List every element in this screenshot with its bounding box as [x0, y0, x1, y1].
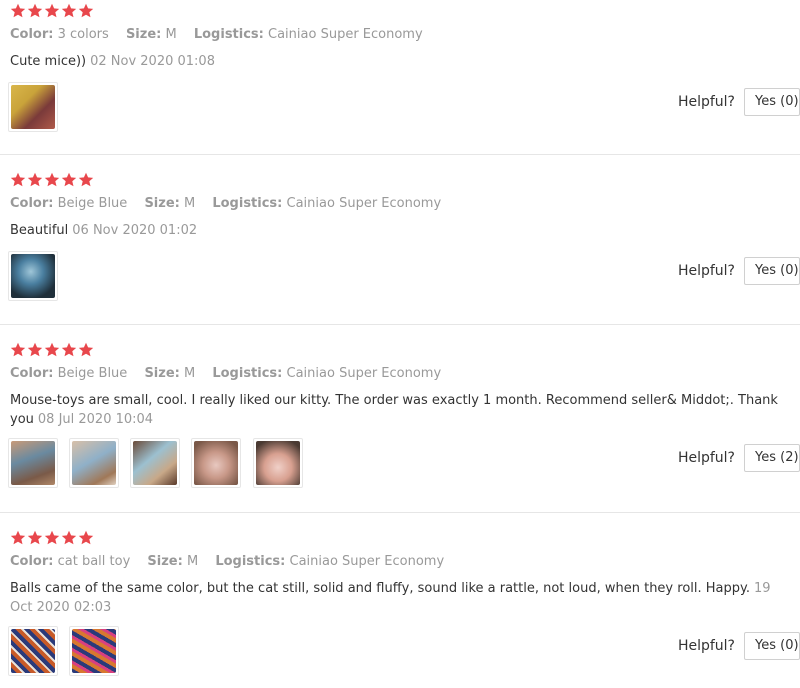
helpful-yes-button[interactable]: Yes (0)	[744, 257, 800, 285]
helpful-label: Helpful?	[677, 94, 735, 110]
review-photo[interactable]	[8, 251, 58, 301]
star-icon	[61, 342, 77, 358]
logistics-label: Logistics:	[193, 27, 264, 42]
review-date: 08 Jul 2020 10:04	[37, 412, 154, 427]
rating-stars	[10, 342, 95, 358]
size-value: M	[183, 366, 196, 381]
review-attributes: Color: 3 colors Size: M Logistics: Caini…	[10, 27, 436, 42]
helpful-section: Helpful? Yes (0)	[678, 257, 800, 285]
color-label: Color:	[10, 366, 54, 381]
review-photos	[8, 626, 126, 676]
review-divider	[0, 154, 800, 155]
size-value: M	[183, 196, 196, 211]
helpful-section: Helpful? Yes (2)	[678, 444, 800, 472]
star-icon	[44, 3, 60, 19]
review-photo[interactable]	[8, 626, 58, 676]
color-label: Color:	[10, 554, 54, 569]
review-photo[interactable]	[69, 438, 120, 488]
size-label: Size:	[147, 554, 183, 569]
review-body: Cute mice))	[10, 54, 87, 69]
logistics-label: Logistics:	[215, 554, 286, 569]
helpful-yes-button[interactable]: Yes (0)	[744, 632, 800, 660]
review-photo[interactable]	[8, 438, 58, 488]
color-label: Color:	[10, 196, 54, 211]
rating-stars	[10, 3, 95, 19]
helpful-section: Helpful? Yes (0)	[678, 88, 800, 116]
review-photos	[8, 251, 65, 301]
review-divider	[0, 512, 800, 513]
star-icon	[10, 342, 26, 358]
star-icon	[44, 530, 60, 546]
review-photo[interactable]	[130, 438, 181, 488]
review-divider	[0, 324, 800, 325]
color-label: Color:	[10, 27, 54, 42]
review-attributes: Color: Beige Blue Size: M Logistics: Cai…	[10, 366, 454, 381]
review-photo[interactable]	[252, 438, 303, 488]
star-icon	[78, 172, 94, 188]
star-icon	[27, 530, 43, 546]
review-text: Cute mice)) 02 Nov 2020 01:08	[10, 52, 785, 71]
review-text: Mouse-toys are small, cool. I really lik…	[10, 391, 785, 429]
star-icon	[44, 342, 60, 358]
review-attributes: Color: Beige Blue Size: M Logistics: Cai…	[10, 196, 454, 211]
review-photo[interactable]	[191, 438, 242, 488]
helpful-yes-button[interactable]: Yes (0)	[744, 88, 800, 116]
helpful-section: Helpful? Yes (0)	[678, 632, 800, 660]
review-date: 06 Nov 2020 01:02	[72, 223, 198, 238]
review-photo[interactable]	[69, 626, 120, 676]
review-text: Beautiful 06 Nov 2020 01:02	[10, 221, 785, 240]
logistics-value: Cainiao Super Economy	[268, 27, 423, 42]
star-icon	[78, 342, 94, 358]
review-text: Balls came of the same color, but the ca…	[10, 579, 785, 617]
star-icon	[78, 3, 94, 19]
size-label: Size:	[125, 27, 162, 42]
color-value: Beige Blue	[57, 196, 128, 211]
star-icon	[10, 172, 26, 188]
logistics-value: Cainiao Super Economy	[286, 366, 442, 381]
star-icon	[44, 172, 60, 188]
star-icon	[61, 172, 77, 188]
size-value: M	[165, 27, 177, 42]
review-body: Balls came of the same color, but the ca…	[10, 581, 750, 596]
helpful-label: Helpful?	[677, 638, 735, 654]
size-label: Size:	[144, 196, 180, 211]
star-icon	[27, 172, 43, 188]
review-photos	[8, 438, 310, 488]
logistics-label: Logistics:	[212, 366, 283, 381]
star-icon	[27, 3, 43, 19]
color-value: 3 colors	[57, 27, 109, 42]
helpful-label: Helpful?	[677, 450, 735, 466]
size-value: M	[186, 554, 199, 569]
star-icon	[27, 342, 43, 358]
review-photos	[8, 82, 65, 132]
size-label: Size:	[144, 366, 180, 381]
star-icon	[61, 530, 77, 546]
logistics-value: Cainiao Super Economy	[286, 196, 442, 211]
star-icon	[61, 3, 77, 19]
review-date: 02 Nov 2020 01:08	[90, 54, 215, 69]
helpful-label: Helpful?	[677, 263, 735, 279]
color-value: Beige Blue	[57, 366, 128, 381]
helpful-yes-button[interactable]: Yes (2)	[744, 444, 800, 472]
logistics-value: Cainiao Super Economy	[289, 554, 445, 569]
star-icon	[10, 530, 26, 546]
review-attributes: Color: cat ball toy Size: M Logistics: C…	[10, 554, 457, 569]
color-value: cat ball toy	[57, 554, 131, 569]
rating-stars	[10, 530, 95, 546]
logistics-label: Logistics:	[212, 196, 283, 211]
star-icon	[78, 530, 94, 546]
rating-stars	[10, 172, 95, 188]
review-photo[interactable]	[8, 82, 58, 132]
review-body: Beautiful	[10, 223, 69, 238]
star-icon	[10, 3, 26, 19]
